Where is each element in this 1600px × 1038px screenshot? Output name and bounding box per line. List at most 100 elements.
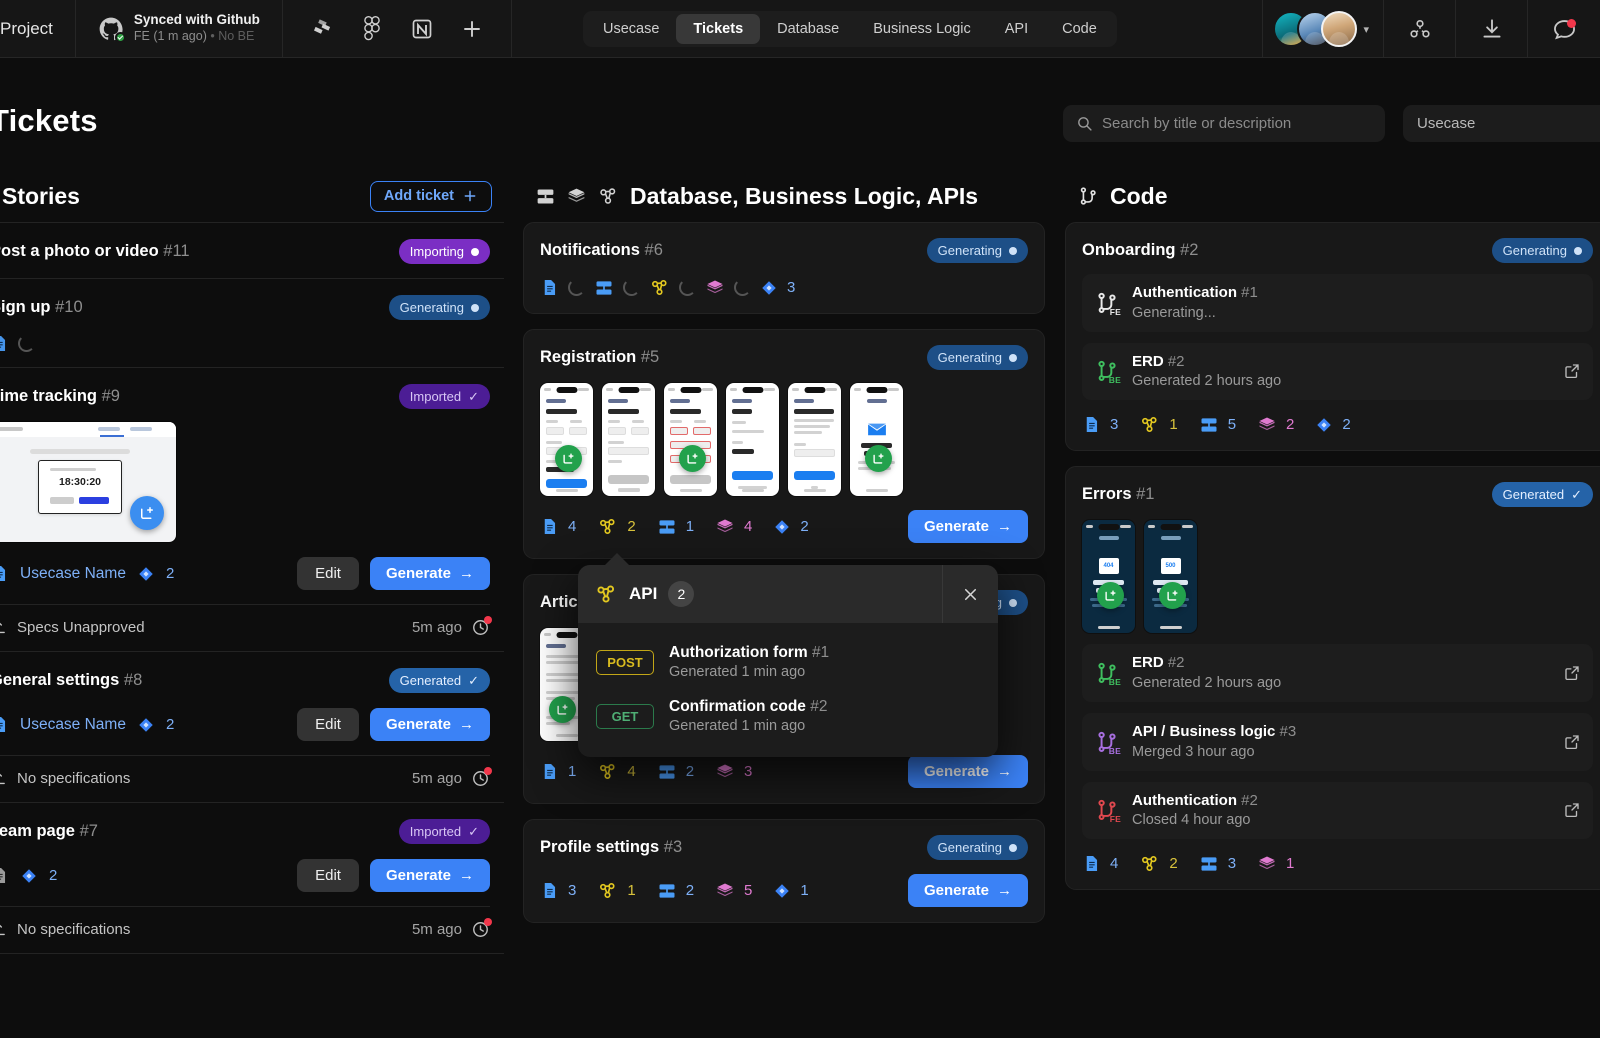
stack-icon[interactable] <box>715 762 735 782</box>
stack-icon[interactable] <box>715 517 735 537</box>
stack-icon[interactable] <box>705 278 725 298</box>
generate-button[interactable]: Generate → <box>370 708 490 741</box>
generate-button[interactable]: Generate → <box>908 874 1028 907</box>
plus-icon[interactable] <box>459 16 485 42</box>
ticket-card[interactable]: Notifications #6 Generating <box>523 222 1045 314</box>
doc-icon[interactable] <box>540 517 559 536</box>
member-avatars[interactable]: ▾ <box>1262 0 1384 58</box>
generate-button[interactable]: Generate → <box>908 510 1028 543</box>
diamond-icon[interactable] <box>137 565 155 583</box>
search-input[interactable] <box>1102 115 1372 132</box>
diamond-icon[interactable] <box>773 518 791 536</box>
api-icon[interactable] <box>597 761 618 782</box>
database-icon[interactable] <box>1199 415 1219 435</box>
edit-button[interactable]: Edit <box>297 859 359 892</box>
project-menu[interactable]: Project <box>0 0 76 57</box>
figma-icon[interactable] <box>359 16 385 42</box>
api-icon[interactable] <box>597 880 618 901</box>
external-link-icon[interactable] <box>1563 362 1581 380</box>
github-sync-status[interactable]: Synced with Github FE (1 m ago) • No BE <box>76 0 283 57</box>
ticket-card[interactable]: Registration #5 Generating <box>523 329 1045 559</box>
database-icon[interactable] <box>657 517 677 537</box>
doc-icon[interactable] <box>0 334 9 353</box>
usecase-filter-select[interactable]: Usecase <box>1403 105 1600 142</box>
doc-icon[interactable] <box>540 278 559 297</box>
share-nodes-button[interactable] <box>1384 0 1456 58</box>
doc-icon[interactable] <box>540 881 559 900</box>
tab-api[interactable]: API <box>988 14 1045 44</box>
comments-button[interactable] <box>1528 0 1600 58</box>
upload-icon[interactable] <box>0 770 7 787</box>
code-card[interactable]: Errors #1 Generated ✓ 404 <box>1065 466 1600 890</box>
generate-button[interactable]: Generate → <box>908 755 1028 788</box>
usecase-name-link[interactable]: Usecase Name <box>20 716 126 734</box>
api-list-item[interactable]: POST Authorization form #1 Generated 1 m… <box>578 635 998 689</box>
upload-icon[interactable] <box>0 619 7 636</box>
screen-thumbnail[interactable] <box>664 383 717 496</box>
edit-button[interactable]: Edit <box>297 708 359 741</box>
usecase-name-link[interactable]: Usecase Name <box>20 565 126 583</box>
jira-icon[interactable] <box>309 16 335 42</box>
list-item[interactable]: Team page #7 Imported ✓ <box>0 803 504 954</box>
screen-thumbnail[interactable] <box>540 383 593 496</box>
upload-icon[interactable] <box>0 921 7 938</box>
database-icon[interactable] <box>657 881 677 901</box>
chevron-down-icon[interactable]: ▾ <box>1363 23 1369 36</box>
ticket-card[interactable]: Profile settings #3 Generating 3 <box>523 819 1045 923</box>
stack-icon[interactable] <box>1257 415 1277 435</box>
api-list-item[interactable]: GET Confirmation code #2 Generated 1 min… <box>578 689 998 743</box>
edit-button[interactable]: Edit <box>297 557 359 590</box>
tab-tickets[interactable]: Tickets <box>676 14 760 44</box>
screen-thumbnail[interactable] <box>850 383 903 496</box>
branch-row[interactable]: BE ERD #2 Generated 2 hours ago <box>1082 644 1593 702</box>
branch-row[interactable]: FE Authentication #1 Generating... <box>1082 274 1593 332</box>
doc-icon[interactable] <box>0 866 9 885</box>
generate-button[interactable]: Generate → <box>370 859 490 892</box>
list-item[interactable]: Time tracking #9 Imported ✓ <box>0 368 504 652</box>
code-card[interactable]: Onboarding #2 Generating FE <box>1065 222 1600 451</box>
avatar[interactable] <box>1321 11 1357 47</box>
api-icon[interactable] <box>649 277 670 298</box>
diamond-icon[interactable] <box>1315 416 1333 434</box>
close-icon[interactable] <box>942 565 998 623</box>
download-button[interactable] <box>1456 0 1528 58</box>
api-icon[interactable] <box>1139 414 1160 435</box>
screen-thumbnail[interactable]: 500 <box>1144 520 1197 633</box>
branch-row[interactable]: FE Authentication #2 Closed 4 hour ago <box>1082 782 1593 840</box>
screen-thumbnail[interactable]: 404 <box>1082 520 1135 633</box>
doc-icon[interactable] <box>1082 415 1101 434</box>
diamond-icon[interactable] <box>760 279 778 297</box>
list-item[interactable]: Post a photo or video #11 Importing <box>0 223 504 279</box>
database-icon[interactable] <box>657 762 677 782</box>
screen-thumbnail[interactable] <box>788 383 841 496</box>
stack-icon[interactable] <box>1257 854 1277 874</box>
search-field[interactable] <box>1063 105 1385 142</box>
doc-icon[interactable] <box>0 715 9 734</box>
diamond-icon[interactable] <box>137 716 155 734</box>
branch-row[interactable]: BE ERD #2 Generated 2 hours ago <box>1082 343 1593 401</box>
database-icon[interactable] <box>594 278 614 298</box>
tab-code[interactable]: Code <box>1045 14 1114 44</box>
database-icon[interactable] <box>1199 854 1219 874</box>
external-link-icon[interactable] <box>1563 733 1581 751</box>
diamond-icon[interactable] <box>773 882 791 900</box>
add-ticket-button[interactable]: Add ticket <box>370 181 492 212</box>
external-link-icon[interactable] <box>1563 664 1581 682</box>
list-item[interactable]: Sign up #10 Generating <box>0 279 504 368</box>
stack-icon[interactable] <box>715 881 735 901</box>
api-icon[interactable] <box>597 516 618 537</box>
generate-button[interactable]: Generate → <box>370 557 490 590</box>
tab-usecase[interactable]: Usecase <box>586 14 676 44</box>
doc-icon[interactable] <box>1082 854 1101 873</box>
diamond-icon[interactable] <box>20 867 38 885</box>
tab-database[interactable]: Database <box>760 14 856 44</box>
external-link-icon[interactable] <box>1563 801 1581 819</box>
list-item[interactable]: General settings #8 Generated ✓ Usecase <box>0 652 504 803</box>
api-icon[interactable] <box>1139 853 1160 874</box>
tab-business-logic[interactable]: Business Logic <box>856 14 988 44</box>
doc-icon[interactable] <box>540 762 559 781</box>
screen-thumbnail[interactable] <box>726 383 779 496</box>
notion-icon[interactable] <box>409 16 435 42</box>
screenshot-thumbnail[interactable]: 18:30:20 <box>0 422 176 542</box>
branch-row[interactable]: BE API / Business logic #3 Merged 3 hour… <box>1082 713 1593 771</box>
